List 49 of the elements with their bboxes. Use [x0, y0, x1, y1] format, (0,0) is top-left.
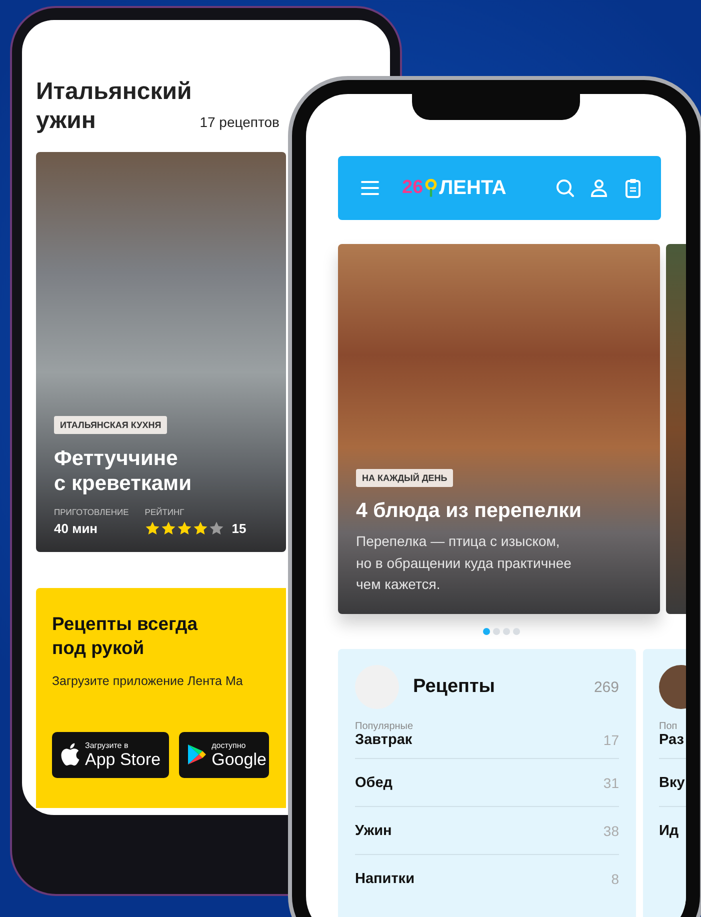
clipboard-icon[interactable] — [623, 178, 643, 198]
cook-time: 40 мин — [54, 520, 99, 536]
promo-title: Рецепты всегда под рукой — [52, 612, 199, 660]
list-item[interactable]: Завтрак — [355, 732, 412, 748]
pager-dot[interactable] — [503, 628, 510, 635]
list-item[interactable]: Ид — [659, 822, 679, 838]
store-button[interactable]: доступно Google — [178, 732, 270, 778]
article-text: Перепелка — птица с изыском, но в обращении куда практичнее чем кажется. — [356, 532, 572, 594]
meta-label: ПРИГОТОВЛЕНИЕ — [54, 506, 129, 517]
page-title: Итальянский ужин — [36, 78, 192, 136]
review-count: 15 — [232, 520, 246, 536]
item-count: 17 — [603, 732, 619, 748]
menu-icon[interactable] — [360, 178, 380, 198]
star-icon — [208, 520, 224, 536]
logo-digits: 26 — [402, 177, 424, 199]
star-icon — [144, 520, 160, 536]
user-icon[interactable] — [589, 178, 609, 198]
pager-dot[interactable] — [513, 628, 520, 635]
list-item[interactable]: Ужин — [355, 822, 392, 838]
recipe-title: Феттуччине с креветками — [54, 446, 192, 497]
play-icon — [186, 743, 207, 766]
item-count: 8 — [611, 870, 619, 886]
item-count: 38 — [603, 822, 619, 838]
category-title: Рецепты — [413, 676, 496, 698]
star-icon — [192, 520, 208, 536]
category-tag: ИТАЛЬЯНСКАЯ КУХНЯ — [54, 416, 168, 434]
star-icon — [176, 520, 192, 536]
list-item[interactable]: Напитки — [355, 870, 414, 886]
star-icon — [160, 520, 176, 536]
category-count: 269 — [594, 678, 619, 696]
article-title: 4 блюда из перепелки — [356, 498, 582, 523]
article-card[interactable]: НА КАЖДЫЙ ДЕНЬ 4 блюда из перепелки Перепелка — птица с изыском, но в обращении куда практичнее чем кажется. — [338, 244, 660, 614]
store-button[interactable]: Загрузите в App Store — [52, 732, 169, 778]
recipe-card[interactable]: ИТАЛЬЯНСКАЯ КУХНЯ Феттуччине с креветками ПРИГОТОВЛЕНИЕ 40 мин РЕЙТИНГ 15 — [36, 152, 286, 552]
pager-dot[interactable] — [493, 628, 500, 635]
section-label: Популярные — [355, 721, 414, 732]
list-item[interactable]: Раз — [659, 732, 684, 748]
pager-dot[interactable] — [483, 628, 490, 635]
list-item[interactable]: Обед — [355, 774, 393, 790]
section-label: Поп — [659, 721, 678, 732]
item-count: 31 — [603, 774, 619, 790]
list-item[interactable]: Вку — [659, 774, 685, 790]
flower-icon — [424, 178, 438, 198]
apple-icon — [60, 743, 80, 766]
meta-label: РЕЙТИНГ — [144, 506, 186, 517]
recipe-count: 17 рецептов — [200, 114, 280, 132]
promo-text: Загрузите приложение Лента Ma — [52, 674, 244, 688]
search-icon[interactable] — [555, 178, 575, 198]
category-tag: НА КАЖДЫЙ ДЕНЬ — [356, 468, 454, 487]
